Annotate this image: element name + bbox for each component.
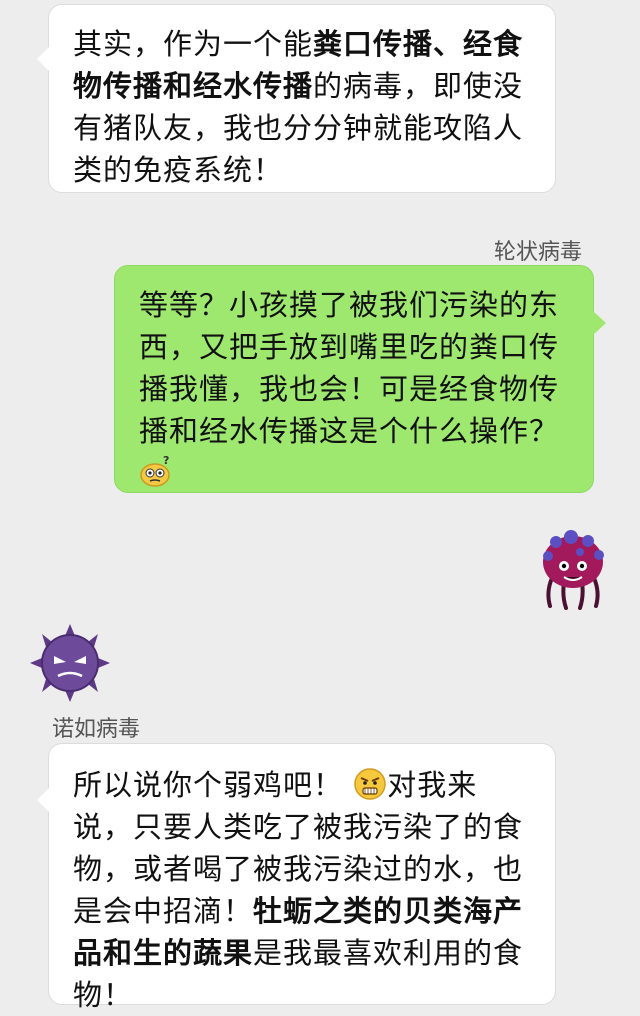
sender-name-norovirus: 诺如病毒 xyxy=(52,717,141,742)
confused-face-icon: ? xyxy=(140,455,170,487)
norovirus-avatar xyxy=(30,624,110,702)
chat-screen: { "messages": [ { "sender": "norovirus",… xyxy=(0,0,640,1012)
bubble-tail xyxy=(593,311,606,335)
message-text: 等等？小孩摸了被我们污染的东西，又把手放到嘴里吃的粪口传播我懂，我也会！可是经食… xyxy=(139,288,560,448)
bubble-tail xyxy=(37,47,49,71)
message-bubble-1: 其实，作为一个能粪口传播、经食物传播和经水传播的病毒，即使没有猪队友，我也分分钟… xyxy=(37,4,556,193)
sender-name-rotavirus: 轮状病毒 xyxy=(494,240,583,265)
message-text: 所以说你个弱鸡吧！ xyxy=(73,768,344,802)
message-bubble-2: 等等？小孩摸了被我们污染的东西，又把手放到嘴里吃的粪口传播我懂，我也会！可是经食… xyxy=(114,265,606,493)
svg-text:?: ? xyxy=(163,455,170,467)
bubble-tail xyxy=(37,788,49,812)
rotavirus-avatar xyxy=(543,530,604,610)
message-text: 其实，作为一个能 xyxy=(73,27,314,61)
message-bubble-3: 所以说你个弱鸡吧！ 对我来说，只要人类吃了被我污染了的食物，或者喝了被我污染过的… xyxy=(37,743,556,1012)
angry-face-icon xyxy=(354,768,386,800)
